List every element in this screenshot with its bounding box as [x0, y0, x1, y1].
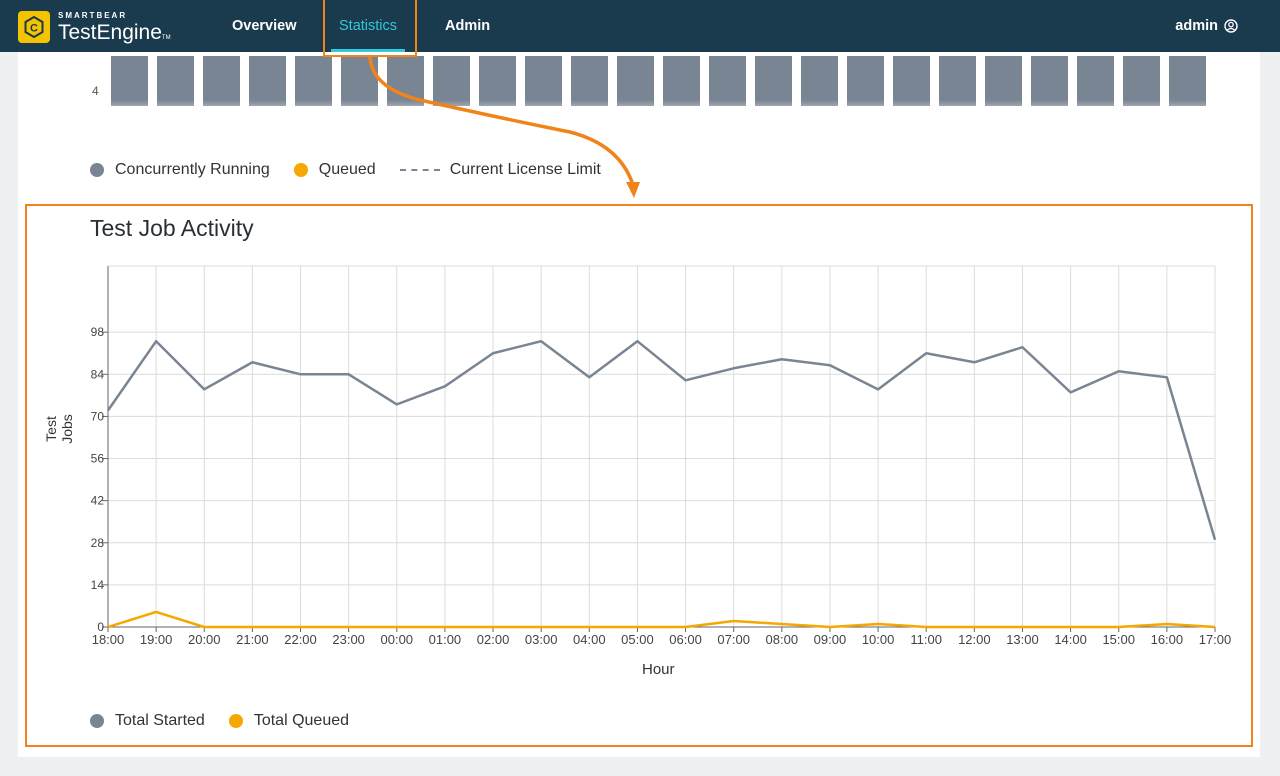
x-tick-label: 16:00 [1151, 632, 1184, 647]
y-tick-label: 56 [91, 452, 105, 466]
legend-label: Total Queued [253, 712, 350, 729]
x-tick-label: 07:00 [717, 632, 750, 647]
x-tick-label: 03:00 [525, 632, 558, 647]
x-tick-label: 20:00 [188, 632, 221, 647]
y-tick-label: 98 [91, 325, 105, 339]
series-line-total-queued [107, 610, 1216, 629]
y-tick-label: 28 [91, 536, 105, 550]
x-tick-label: 22:00 [284, 632, 317, 647]
x-tick-label: 17:00 [1199, 632, 1232, 647]
legend-total-started[interactable]: Total Started [90, 712, 205, 730]
x-tick-label: 09:00 [814, 632, 847, 647]
y-tick-label: 70 [91, 409, 105, 423]
y-tick-label: 14 [91, 578, 105, 592]
legend-label: Total Started [115, 712, 205, 729]
x-tick-label: 21:00 [236, 632, 269, 647]
activity-legend: Total Started Total Queued [90, 712, 373, 730]
x-tick-label: 23:00 [332, 632, 365, 647]
x-tick-label: 00:00 [381, 632, 414, 647]
test-job-activity-chart: 01428425670849818:00 19:00 20:00 21:00 22:00… [91, 265, 1232, 647]
x-tick-label: 11:00 [910, 632, 942, 647]
x-tick-label: 06:00 [669, 632, 702, 647]
legend-dot-icon [90, 714, 104, 728]
x-tick-label: 01:00 [429, 632, 462, 647]
x-tick-label: 10:00 [862, 632, 895, 647]
x-tick-label: 18:00 [92, 632, 125, 647]
y-tick-label: 84 [91, 367, 105, 381]
x-tick-label: 19:00 [140, 632, 173, 647]
x-tick-label: 02:00 [477, 632, 510, 647]
x-tick-label: 08:00 [766, 632, 799, 647]
legend-dot-icon [228, 714, 243, 728]
x-tick-label: 14:00 [1054, 632, 1087, 647]
x-tick-label: 04:00 [573, 632, 606, 647]
legend-total-queued[interactable]: Total Queued [228, 712, 350, 730]
x-tick-label: 15:00 [1102, 632, 1135, 647]
x-tick-label: 12:00 [958, 632, 991, 647]
y-tick-label: 42 [91, 494, 105, 508]
x-tick-label: 13:00 [1006, 632, 1039, 647]
x-tick-label: 05:00 [621, 632, 654, 647]
series-line-total-started [106, 339, 1217, 541]
